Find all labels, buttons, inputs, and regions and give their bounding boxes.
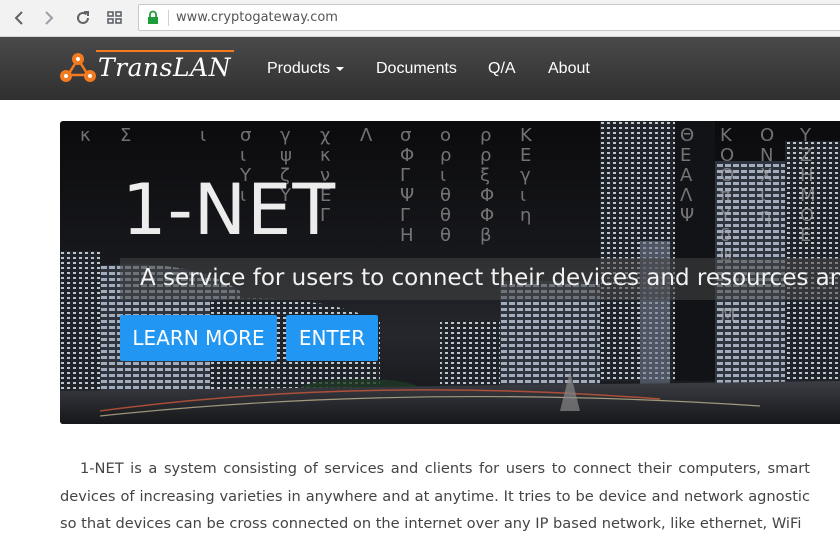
svg-text:ι: ι bbox=[440, 165, 446, 186]
svg-text:Η: Η bbox=[800, 165, 814, 186]
nav-products-label: Products bbox=[267, 60, 331, 77]
back-icon[interactable] bbox=[8, 7, 30, 29]
site-navbar: TransLAN Products Documents Q/A About bbox=[0, 37, 840, 100]
svg-text:ο: ο bbox=[440, 125, 451, 146]
svg-text:γ: γ bbox=[520, 165, 531, 186]
hero-tagline: A service for users to connect their dev… bbox=[140, 265, 840, 291]
svg-text:Ε: Ε bbox=[520, 145, 531, 166]
logo-text: TransLAN bbox=[98, 53, 231, 82]
svg-text:Α: Α bbox=[680, 165, 693, 186]
svg-text:Λ: Λ bbox=[360, 125, 373, 146]
svg-text:θ: θ bbox=[440, 205, 451, 226]
svg-text:Η: Η bbox=[400, 225, 414, 246]
svg-text:ι: ι bbox=[760, 185, 766, 206]
svg-text:δ: δ bbox=[720, 225, 731, 246]
reload-icon[interactable] bbox=[72, 7, 94, 29]
nav-products[interactable]: Products bbox=[267, 60, 345, 78]
svg-text:Ζ: Ζ bbox=[800, 145, 812, 166]
logo-underline bbox=[96, 50, 234, 52]
svg-text:Μ: Μ bbox=[800, 185, 816, 206]
svg-text:Μ: Μ bbox=[720, 305, 736, 326]
chevron-down-icon bbox=[336, 66, 345, 71]
svg-text:Υ: Υ bbox=[799, 125, 812, 146]
svg-text:Γ: Γ bbox=[400, 165, 410, 186]
svg-text:Υ: Υ bbox=[719, 205, 732, 226]
learn-more-button[interactable]: LEARN MORE bbox=[120, 315, 277, 361]
svg-text:χ: χ bbox=[320, 125, 330, 146]
svg-text:Ψ: Ψ bbox=[680, 205, 694, 226]
svg-text:ξ: ξ bbox=[480, 165, 490, 186]
svg-text:Ε: Ε bbox=[800, 225, 811, 246]
svg-text:Γ: Γ bbox=[400, 205, 410, 226]
enter-button[interactable]: ENTER bbox=[286, 315, 378, 361]
svg-text:ι: ι bbox=[520, 185, 526, 206]
svg-text:ι: ι bbox=[200, 125, 206, 146]
svg-text:Θ: Θ bbox=[680, 125, 694, 146]
svg-text:σ: σ bbox=[400, 125, 411, 146]
lock-icon bbox=[147, 10, 159, 30]
svg-text:γ: γ bbox=[280, 125, 291, 146]
logo[interactable]: TransLAN bbox=[60, 50, 238, 85]
nav-documents[interactable]: Documents bbox=[376, 60, 457, 78]
svg-text:Ο: Ο bbox=[760, 125, 774, 146]
logo-mark-icon bbox=[60, 53, 96, 82]
svg-text:Ν: Ν bbox=[760, 145, 773, 166]
svg-text:Φ: Φ bbox=[400, 145, 414, 166]
nav-qa[interactable]: Q/A bbox=[488, 60, 516, 78]
svg-text:η: η bbox=[520, 205, 531, 226]
svg-text:κ: κ bbox=[80, 125, 91, 146]
svg-text:ψ: ψ bbox=[280, 145, 292, 166]
svg-text:Ο: Ο bbox=[720, 145, 734, 166]
svg-text:σ: σ bbox=[240, 125, 251, 146]
svg-text:Ο: Ο bbox=[720, 165, 734, 186]
intro-paragraph: 1-NET is a system consisting of services… bbox=[60, 460, 810, 532]
svg-text:ρ: ρ bbox=[480, 125, 491, 146]
svg-text:Χ: Χ bbox=[760, 165, 772, 186]
hero-banner: κΣι σιΥι γψζΥ χκνΕΓ Λ σΦΓΨΓΗ οριθθθ ρρξΦ… bbox=[60, 121, 840, 424]
svg-text:Ψ: Ψ bbox=[400, 185, 414, 206]
svg-text:Ο: Ο bbox=[800, 205, 814, 226]
svg-text:Κ: Κ bbox=[520, 125, 533, 146]
svg-text:π: π bbox=[720, 185, 731, 206]
svg-text:ρ: ρ bbox=[480, 145, 491, 166]
svg-text:Φ: Φ bbox=[480, 185, 494, 206]
url-separator bbox=[168, 10, 169, 26]
svg-text:β: β bbox=[480, 225, 492, 246]
nav-about[interactable]: About bbox=[548, 60, 590, 78]
address-bar[interactable]: www.cryptogateway.com bbox=[138, 4, 840, 31]
svg-text:ι: ι bbox=[240, 145, 246, 166]
svg-text:Φ: Φ bbox=[480, 205, 494, 226]
svg-text:θ: θ bbox=[440, 225, 451, 246]
forward-icon[interactable] bbox=[38, 7, 60, 29]
svg-text:η: η bbox=[760, 205, 771, 226]
svg-text:ρ: ρ bbox=[440, 145, 451, 166]
browser-toolbar: www.cryptogateway.com bbox=[0, 0, 840, 37]
apps-icon[interactable] bbox=[104, 7, 126, 29]
svg-text:Λ: Λ bbox=[680, 185, 693, 206]
svg-text:κ: κ bbox=[320, 145, 331, 166]
svg-text:θ: θ bbox=[440, 185, 451, 206]
svg-text:Ε: Ε bbox=[680, 145, 691, 166]
url-text[interactable]: www.cryptogateway.com bbox=[176, 10, 338, 25]
svg-text:Σ: Σ bbox=[120, 125, 131, 146]
svg-text:Κ: Κ bbox=[720, 125, 733, 146]
hero-title: 1-NET bbox=[122, 169, 337, 251]
